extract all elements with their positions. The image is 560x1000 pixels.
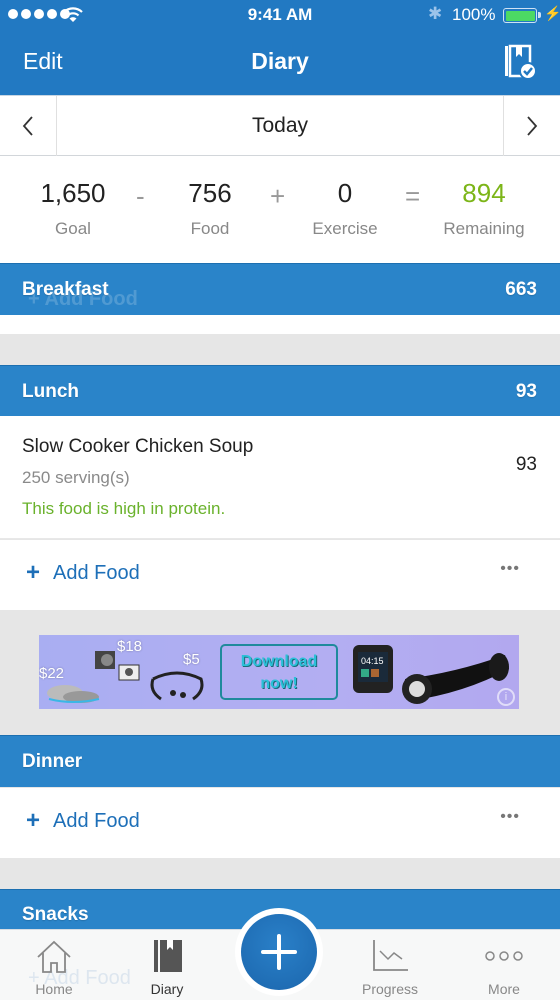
chevron-right-icon: [527, 116, 538, 136]
remaining-label: Remaining: [443, 219, 525, 238]
minus-operator: -: [136, 181, 145, 211]
battery-percent: 100%: [452, 5, 496, 24]
more-options-button[interactable]: •••: [500, 560, 520, 578]
plus-icon: +: [26, 807, 41, 834]
meal-name: Breakfast: [22, 279, 109, 300]
headphones-image: [150, 671, 204, 701]
battery-nub: [538, 12, 541, 18]
smartwatch-image: 04:15: [353, 645, 393, 693]
meal-calories: 663: [505, 279, 537, 300]
food-summary: 756 Food: [170, 178, 250, 239]
progress-chart-icon: [373, 940, 408, 971]
lunch-add-food-button[interactable]: + Add Food •••: [0, 540, 560, 610]
date-label[interactable]: Today: [57, 96, 503, 156]
diary-icon: [154, 940, 182, 972]
tab-label: More: [488, 981, 520, 997]
exercise-value: 0: [337, 178, 353, 208]
next-day-button[interactable]: [503, 96, 560, 156]
page-title: Diary: [251, 48, 309, 74]
camera-image: [95, 651, 140, 681]
goal-value: 1,650: [40, 178, 106, 208]
plus-operator: +: [270, 181, 286, 211]
food-name: Slow Cooker Chicken Soup: [22, 436, 254, 457]
meal-header-dinner[interactable]: Dinner: [0, 735, 560, 787]
tab-progress[interactable]: Progress: [350, 930, 430, 1000]
meal-name: Lunch: [22, 381, 79, 402]
chevron-left-icon: [22, 116, 33, 136]
diary-complete-icon[interactable]: [503, 44, 537, 80]
food-nutrition-note: This food is high in protein.: [22, 499, 226, 518]
equals-operator: =: [405, 181, 421, 211]
charging-bolt-icon: ⚡: [544, 5, 560, 21]
add-food-label: Add Food: [53, 562, 140, 584]
ad-price: $5: [183, 651, 200, 668]
tab-label: Home: [35, 981, 73, 997]
status-bar: 9:41 AM ✱ 100% ⚡: [0, 0, 560, 30]
exercise-label: Exercise: [312, 219, 378, 238]
hoverboard-image: [402, 653, 509, 704]
top-bar: 9:41 AM ✱ 100% ⚡ Edit Diary: [0, 0, 560, 95]
meal-name: Dinner: [22, 751, 83, 772]
info-icon[interactable]: i: [497, 688, 515, 706]
goal-label: Goal: [55, 219, 91, 238]
ad-download-button[interactable]: Download now!: [220, 644, 338, 700]
diary-screen: 9:41 AM ✱ 100% ⚡ Edit Diary Today 1,650: [0, 0, 560, 1000]
food-label: Food: [190, 219, 230, 238]
svg-text:04:15: 04:15: [361, 656, 384, 666]
home-icon: [37, 940, 71, 973]
exercise-summary: 0 Exercise: [305, 178, 385, 239]
bluetooth-icon: ✱: [428, 4, 443, 23]
previous-day-button[interactable]: [0, 96, 57, 156]
goal-summary: 1,650 Goal: [33, 178, 113, 239]
quick-add-button[interactable]: [241, 914, 317, 990]
meal-name: Snacks: [22, 904, 89, 925]
tab-more[interactable]: More: [464, 930, 544, 1000]
more-dots-icon: [485, 951, 523, 961]
food-entry[interactable]: Slow Cooker Chicken Soup 250 serving(s) …: [0, 416, 560, 539]
meal-header-lunch[interactable]: Lunch 93: [0, 365, 560, 417]
add-food-label: Add Food: [53, 810, 140, 832]
battery-icon: [503, 8, 537, 23]
meal-calories: 93: [515, 381, 537, 402]
ad-banner[interactable]: $22 $18 $5 Download now! 04:15 i: [39, 635, 519, 709]
date-navigator: Today: [0, 95, 560, 156]
remaining-value: 894: [462, 178, 506, 208]
tab-home[interactable]: Home: [14, 930, 94, 1000]
remaining-summary: 894 Remaining: [436, 178, 532, 239]
breakfast-row-remnant: [0, 315, 560, 334]
calorie-summary[interactable]: 1,650 Goal - 756 Food + 0 Exercise = 894…: [0, 156, 560, 263]
more-options-button[interactable]: •••: [500, 808, 520, 826]
tab-label: Progress: [361, 981, 419, 997]
tab-label: Diary: [150, 981, 184, 997]
plus-icon: +: [26, 559, 41, 586]
meal-header-breakfast[interactable]: + Add Food Breakfast 663: [0, 263, 560, 315]
food-serving: 250 serving(s): [22, 468, 130, 487]
food-calories: 93: [515, 454, 537, 475]
dinner-add-food-button[interactable]: + Add Food •••: [0, 788, 560, 858]
tab-diary[interactable]: Diary: [127, 930, 207, 1000]
food-value: 756: [188, 178, 232, 208]
